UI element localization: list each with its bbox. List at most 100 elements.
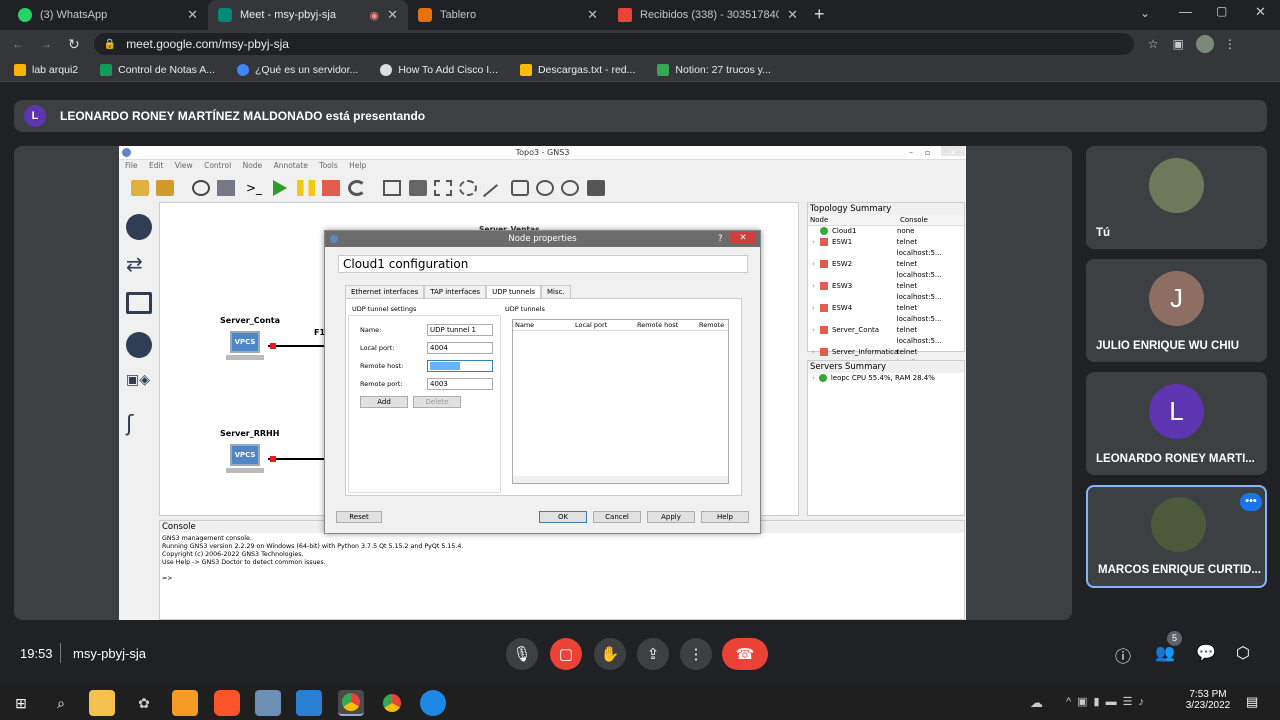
new-tab-icon[interactable]: + (814, 4, 825, 25)
file-explorer-icon[interactable] (89, 690, 115, 716)
bookmark-item[interactable]: How To Add Cisco I... (380, 63, 498, 76)
profile-avatar[interactable] (1195, 35, 1214, 53)
stop-icon[interactable] (322, 180, 340, 196)
tab-tablero[interactable]: Tablero ✕ (408, 0, 608, 30)
minimize-icon[interactable]: – (909, 146, 913, 159)
bookmark-item[interactable]: Descargas.txt - red... (519, 63, 635, 76)
topology-row[interactable]: › ESW4 telnet localhost:5... (808, 303, 964, 325)
menu-kebab-icon[interactable]: ⋮ (1224, 37, 1236, 51)
app-icon[interactable] (255, 690, 281, 716)
expand-icon[interactable]: › (812, 325, 820, 347)
routers-icon[interactable] (126, 214, 152, 240)
sublime-text-icon[interactable] (172, 690, 198, 716)
udp-tunnels-list[interactable]: Name Local port Remote host Remote (512, 319, 729, 484)
close-icon[interactable]: ✕ (587, 7, 598, 23)
console-icon[interactable]: >_ (246, 180, 264, 196)
participant-tile-active[interactable]: ••• MARCOS ENRIQUE CURTID... (1086, 485, 1267, 588)
security-devices-icon[interactable] (126, 332, 152, 358)
horizontal-scrollbar[interactable] (513, 476, 728, 483)
chat-icon[interactable]: 💬 (1196, 643, 1216, 663)
leave-call-icon[interactable]: ☎ (722, 638, 768, 670)
start-icon[interactable]: ⊞ (8, 690, 34, 716)
bookmark-star-icon[interactable]: ☆ (1148, 37, 1159, 51)
vpcs-node[interactable]: VPCS (226, 331, 266, 361)
close-icon[interactable]: ✕ (730, 232, 756, 244)
camera-off-icon[interactable]: ▢ (550, 638, 582, 670)
expand-icon[interactable]: › (812, 259, 820, 281)
raise-hand-icon[interactable]: ✋ (594, 638, 626, 670)
topology-row[interactable]: › ESW1 telnet localhost:5... (808, 237, 964, 259)
expand-icon[interactable]: › (812, 303, 820, 325)
expand-icon[interactable] (812, 226, 820, 237)
server-row[interactable]: › leopc CPU 55.4%, RAM 28.4% (808, 373, 964, 384)
lock-icon[interactable] (511, 180, 529, 196)
remote-port-input[interactable] (427, 378, 493, 390)
tab-meet[interactable]: Meet - msy-pbyj-sja ◉ ✕ (208, 0, 408, 30)
bookmark-item[interactable]: ¿Qué es un servidor... (237, 63, 358, 76)
cloud-icon[interactable]: ☁ (1030, 695, 1043, 711)
switches-icon[interactable]: ⇄ (126, 254, 152, 276)
menu-view[interactable]: View (175, 161, 193, 170)
menu-tools[interactable]: Tools (319, 161, 337, 170)
close-icon[interactable]: ✕ (387, 7, 398, 23)
tab-udp-tunnels[interactable]: UDP tunnels (486, 285, 542, 299)
microphone-icon[interactable]: 🎙 (506, 638, 538, 670)
interface-labels-icon[interactable] (217, 180, 235, 196)
bookmark-item[interactable]: Control de Notas A... (100, 63, 215, 76)
topology-row[interactable]: › ESW3 telnet localhost:5... (808, 281, 964, 303)
local-port-input[interactable] (427, 342, 493, 354)
more-options-icon[interactable]: ••• (1240, 493, 1262, 511)
tab-misc[interactable]: Misc. (541, 285, 571, 299)
help-icon[interactable]: ? (718, 231, 723, 247)
delete-button[interactable]: Delete (413, 396, 461, 408)
end-devices-icon[interactable] (126, 292, 152, 314)
screenshot-icon[interactable] (587, 180, 605, 196)
more-options-icon[interactable]: ⋮ (680, 638, 712, 670)
participant-tile[interactable]: L LEONARDO RONEY MARTÍ... (1086, 372, 1267, 475)
url-field[interactable]: 🔒 meet.google.com/msy-pbyj-sja (93, 33, 1134, 55)
back-icon[interactable]: ← (12, 37, 24, 51)
help-button[interactable]: Help (701, 511, 749, 523)
close-icon[interactable]: ✕ (187, 7, 198, 23)
activities-icon[interactable]: ⬡ (1236, 643, 1250, 663)
reload-icon[interactable] (348, 180, 366, 196)
pause-icon[interactable] (297, 180, 315, 196)
reset-button[interactable]: Reset (336, 511, 382, 523)
draw-rectangle-icon[interactable] (434, 180, 452, 196)
close-window-icon[interactable]: ✕ (1255, 4, 1266, 20)
bookmark-item[interactable]: Notion: 27 trucos y... (657, 63, 771, 76)
maximize-icon[interactable]: ▢ (1216, 4, 1227, 18)
apply-button[interactable]: Apply (647, 511, 695, 523)
present-screen-icon[interactable]: ⇪ (637, 638, 669, 670)
search-icon[interactable]: ⌕ (48, 690, 74, 716)
cancel-button[interactable]: Cancel (593, 511, 641, 523)
open-project-icon[interactable] (156, 180, 174, 196)
bookmark-item[interactable]: lab arqui2 (14, 63, 78, 76)
clock[interactable]: 7:53 PM 3/23/2022 (1183, 689, 1233, 711)
ok-button[interactable]: OK (539, 511, 587, 523)
participant-tile[interactable]: Tú (1086, 146, 1267, 249)
tab-whatsapp[interactable]: (3) WhatsApp ✕ (8, 0, 208, 30)
all-devices-icon[interactable]: ▣◈ (126, 372, 152, 398)
add-button[interactable]: Add (360, 396, 408, 408)
topology-row[interactable]: › Server_Conta telnet localhost:5... (808, 325, 964, 347)
add-note-icon[interactable] (383, 180, 401, 196)
add-link-icon[interactable]: ʃ (126, 412, 152, 438)
participant-tile[interactable]: J JULIO ENRIQUE WU CHIU (1086, 259, 1267, 362)
chevron-down-icon[interactable]: ⌄ (1140, 6, 1150, 20)
topology-row[interactable]: Cloud1 none (808, 226, 964, 237)
close-icon[interactable]: ✕ (787, 7, 798, 23)
menu-node[interactable]: Node (243, 161, 263, 170)
insert-picture-icon[interactable] (409, 180, 427, 196)
expand-icon[interactable]: › (812, 281, 820, 303)
restore-icon[interactable]: ▫ (925, 146, 930, 159)
vscode-icon[interactable] (296, 690, 322, 716)
new-project-icon[interactable] (131, 180, 149, 196)
forward-icon[interactable]: → (40, 37, 52, 51)
meeting-details-icon[interactable]: ⓘ (1115, 643, 1131, 667)
reload-icon[interactable]: ↻ (68, 36, 80, 53)
draw-ellipse-icon[interactable] (459, 180, 477, 196)
menu-file[interactable]: File (125, 161, 138, 170)
system-tray-icons[interactable]: ^▣▮▬☰♪ (1066, 695, 1150, 708)
zoom-out-icon[interactable] (561, 180, 579, 196)
